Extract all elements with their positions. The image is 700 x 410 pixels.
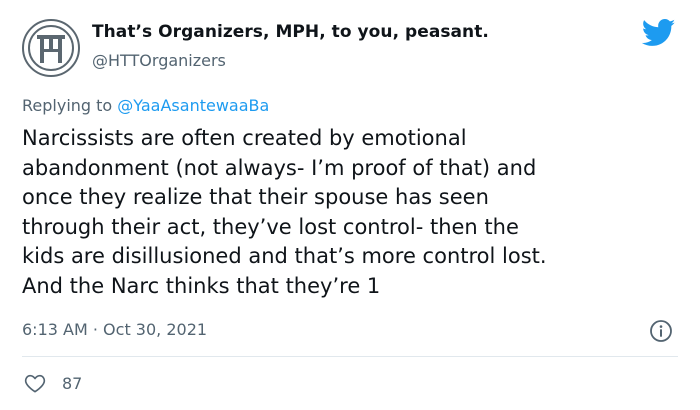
like-count: 87: [62, 373, 83, 393]
tweet-text-line: Narcissists are often created by emotion…: [22, 126, 467, 150]
author-display-name[interactable]: That’s Organizers, MPH, to you, peasant.: [92, 22, 489, 42]
tweet-text-line: And the Narc thinks that they’re 1: [22, 273, 381, 298]
meta-separator: ·: [92, 320, 98, 339]
tweet-text-line: through their act, they’ve lost control-…: [22, 214, 519, 239]
avatar[interactable]: [22, 19, 80, 77]
author-handle[interactable]: @HTTOrganizers: [92, 51, 226, 70]
replying-to: Replying to @YaaAsantewaaBa: [22, 96, 269, 115]
divider: [22, 356, 678, 357]
tweet-text-line: abandonment (not always- I’m proof of th…: [22, 155, 537, 180]
like-button[interactable]: 87: [24, 372, 82, 394]
tweet-card: That’s Organizers, MPH, to you, peasant.…: [0, 0, 700, 410]
heart-icon[interactable]: [24, 373, 46, 393]
tweet-text-line: kids are disillusioned and that’s more c…: [22, 244, 547, 269]
replying-prefix: Replying to: [22, 96, 113, 115]
tweet-timestamp[interactable]: 6:13 AM · Oct 30, 2021: [22, 320, 207, 339]
tweet-time[interactable]: 6:13 AM: [22, 320, 88, 339]
twitter-bird-icon[interactable]: [642, 19, 676, 47]
tweet-date[interactable]: Oct 30, 2021: [103, 320, 207, 339]
info-icon[interactable]: [649, 319, 673, 343]
tweet-text: Narcissists are often created by emotion…: [22, 124, 682, 302]
reply-mention-link[interactable]: @YaaAsantewaaBa: [117, 96, 269, 115]
ht-monogram-icon: [28, 25, 74, 71]
tweet-text-line: once they realize that their spouse has …: [22, 185, 489, 210]
